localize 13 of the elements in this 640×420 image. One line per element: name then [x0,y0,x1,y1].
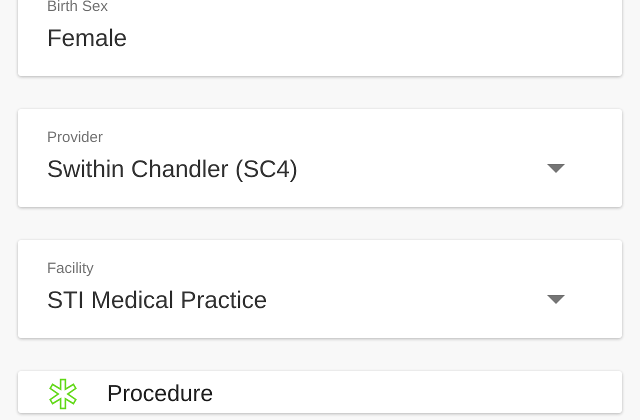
dropdown-caret-icon [547,164,565,173]
dropdown-caret-icon [547,295,565,304]
field-value: Swithin Chandler (SC4) [47,156,298,184]
field-label: Birth Sex [47,0,108,15]
section-card[interactable]: Procedure [18,371,622,413]
field-value: STI Medical Practice [47,287,268,315]
section-title: Procedure [107,380,214,407]
field-value: Female [47,25,128,53]
dropdown-field[interactable]: Provider Swithin Chandler (SC4) [18,109,622,207]
dropdown-field[interactable]: Facility STI Medical Practice [18,240,622,338]
field-label: Provider [47,129,103,146]
medical-star-icon [47,378,79,410]
field-label: Facility [47,260,94,277]
